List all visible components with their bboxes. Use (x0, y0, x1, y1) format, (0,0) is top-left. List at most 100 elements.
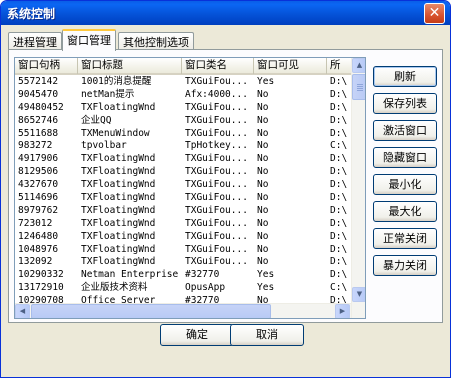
column-header-visible[interactable]: 窗口可见 (254, 58, 327, 74)
table-cell: #32770 (185, 269, 220, 281)
table-row[interactable]: 8129506 TXFloatingWnd TXGuiFou... No D:\ (15, 165, 351, 178)
table-row[interactable]: 10290332 Netman Enterprise #32770 Yes D:\ (15, 268, 351, 281)
table-cell: No (257, 192, 269, 204)
table-cell: 企业QQ (81, 114, 112, 126)
table-cell: TXGuiFou... (185, 179, 248, 191)
table-cell: 723012 (18, 217, 53, 229)
table-row[interactable]: 8652746 企业QQ TXGuiFou... No D:\ (15, 114, 351, 127)
hide-window-button[interactable]: 隐藏窗口 (373, 147, 437, 168)
table-cell: No (257, 179, 269, 191)
ok-button[interactable]: 确定 (160, 324, 234, 346)
scroll-down-button[interactable]: ▼ (352, 287, 365, 302)
refresh-button[interactable]: 刷新 (373, 66, 437, 87)
scroll-up-button[interactable]: ▲ (352, 58, 365, 73)
table-cell: TXFloatingWnd (81, 243, 156, 255)
table-cell: TXGuiFou... (185, 256, 248, 268)
table-cell: 1048976 (18, 243, 59, 255)
table-cell: No (257, 153, 269, 165)
table-cell: 8652746 (18, 114, 59, 126)
table-row[interactable]: 5114696 TXFloatingWnd TXGuiFou... No D:\ (15, 191, 351, 204)
table-cell: No (257, 217, 269, 229)
column-header-class[interactable]: 窗口类名 (182, 58, 254, 74)
table-cell: Yes (257, 282, 275, 294)
force-close-button[interactable]: 暴力关闭 (373, 255, 437, 276)
table-row[interactable]: 5572142 1001的消息提醒 TXGuiFou... Yes D:\ (15, 75, 351, 88)
tab-label: 进程管理 (13, 36, 57, 49)
column-header-handle[interactable]: 窗口句柄 (15, 58, 78, 74)
scroll-right-button[interactable]: ▶ (335, 304, 350, 318)
list-rows: 5572142 1001的消息提醒 TXGuiFou... Yes D:\ 9045470… (15, 75, 351, 318)
table-row[interactable]: 1246480 TXFloatingWnd TXGuiFou... No D:\ (15, 230, 351, 243)
table-cell: tpvolbar (81, 140, 127, 152)
table-row[interactable]: 9045470 netMan提示 Afx:4000... No D:\ (15, 88, 351, 101)
tab-other-options[interactable]: 其他控制选项 (118, 32, 194, 50)
minimize-button[interactable]: 最小化 (373, 174, 437, 195)
table-cell: Netman Enterprise (81, 269, 179, 281)
table-cell: 1001的消息提醒 (81, 76, 152, 87)
table-cell: TXFloatingWnd (81, 101, 156, 113)
table-cell: 1246480 (18, 230, 59, 242)
table-cell: TXGuiFou... (185, 204, 248, 216)
table-cell: No (257, 243, 269, 255)
table-cell: 10290332 (18, 269, 64, 281)
table-cell: TXGuiFou... (185, 76, 248, 87)
table-cell: 132092 (18, 256, 53, 268)
system-control-window: 系统控制 ✕ 进程管理 窗口管理 其他控制选项 窗口句柄 窗口标题 窗口类名 窗… (0, 0, 451, 378)
vertical-scrollbar[interactable]: ▲ ▼ (351, 58, 365, 318)
arrow-up-icon: ▲ (356, 61, 363, 69)
table-cell: TXGuiFou... (185, 217, 248, 229)
maximize-button[interactable]: 最大化 (373, 201, 437, 222)
table-cell: 8979762 (18, 204, 59, 216)
table-row[interactable]: 8979762 TXFloatingWnd TXGuiFou... No D:\ (15, 204, 351, 217)
cancel-button[interactable]: 取消 (230, 324, 304, 346)
table-row[interactable]: 4327670 TXFloatingWnd TXGuiFou... No D:\ (15, 178, 351, 191)
table-cell: 49480452 (18, 101, 64, 113)
table-cell: TXFloatingWnd (81, 166, 156, 178)
table-row[interactable]: 5511688 TXMenuWindow TXGuiFou... No D:\ (15, 127, 351, 140)
save-list-button[interactable]: 保存列表 (373, 93, 437, 114)
table-cell: No (257, 166, 269, 178)
table-cell: 4917906 (18, 153, 59, 165)
table-cell: 企业版技术资料 (81, 282, 148, 294)
table-cell: TpHotkey... (185, 140, 248, 152)
window-list[interactable]: 窗口句柄 窗口标题 窗口类名 窗口可见 所 5572142 1001的消息提醒 TX… (14, 57, 366, 319)
table-cell: netMan提示 (81, 88, 135, 100)
table-cell: 5572142 (18, 76, 59, 87)
table-row[interactable]: 723012 TXFloatingWnd TXGuiFou... No D:\ (15, 217, 351, 230)
table-cell: TXGuiFou... (185, 101, 248, 113)
table-row[interactable]: 49480452 TXFloatingWnd TXGuiFou... No D:\ (15, 101, 351, 114)
tab-window-management[interactable]: 窗口管理 (62, 29, 116, 51)
close-button[interactable]: ✕ (424, 3, 445, 24)
tab-label: 窗口管理 (67, 34, 111, 47)
table-row[interactable]: 1048976 TXFloatingWnd TXGuiFou... No D:\ (15, 243, 351, 256)
table-cell: TXFloatingWnd (81, 179, 156, 191)
arrow-right-icon: ▶ (339, 307, 346, 315)
table-cell: TXGuiFou... (185, 166, 248, 178)
table-cell: 4327670 (18, 179, 59, 191)
table-cell: Yes (257, 76, 275, 87)
table-cell: No (257, 140, 269, 152)
table-row[interactable]: 13172910 企业版技术资料 OpusApp Yes C:\ (15, 281, 351, 294)
title-bar[interactable]: 系统控制 ✕ (1, 1, 450, 25)
table-cell: No (257, 127, 269, 139)
table-row[interactable]: 983272 tpvolbar TpHotkey... No C:\ (15, 139, 351, 152)
table-row[interactable]: 132092 TXFloatingWnd TXGuiFou... No D:\ (15, 255, 351, 268)
tab-process-management[interactable]: 进程管理 (8, 32, 62, 50)
table-cell: No (257, 230, 269, 242)
normal-close-button[interactable]: 正常关闭 (373, 228, 437, 249)
horizontal-scroll-thumb[interactable] (31, 304, 271, 318)
table-cell: No (257, 204, 269, 216)
arrow-left-icon: ◀ (19, 307, 26, 315)
table-row[interactable]: 4917906 TXFloatingWnd TXGuiFou... No D:\ (15, 152, 351, 165)
vertical-scroll-thumb[interactable] (352, 74, 365, 100)
scroll-left-button[interactable]: ◀ (15, 304, 30, 318)
table-cell: 5114696 (18, 192, 59, 204)
close-icon: ✕ (428, 5, 441, 21)
activate-window-button[interactable]: 激活窗口 (373, 120, 437, 141)
table-cell: OpusApp (185, 282, 226, 294)
arrow-down-icon: ▼ (356, 290, 363, 298)
column-header-title[interactable]: 窗口标题 (78, 58, 182, 74)
horizontal-scrollbar[interactable]: ◀ ▶ (15, 303, 351, 318)
window-title: 系统控制 (7, 7, 56, 21)
table-cell: TXFloatingWnd (81, 204, 156, 216)
